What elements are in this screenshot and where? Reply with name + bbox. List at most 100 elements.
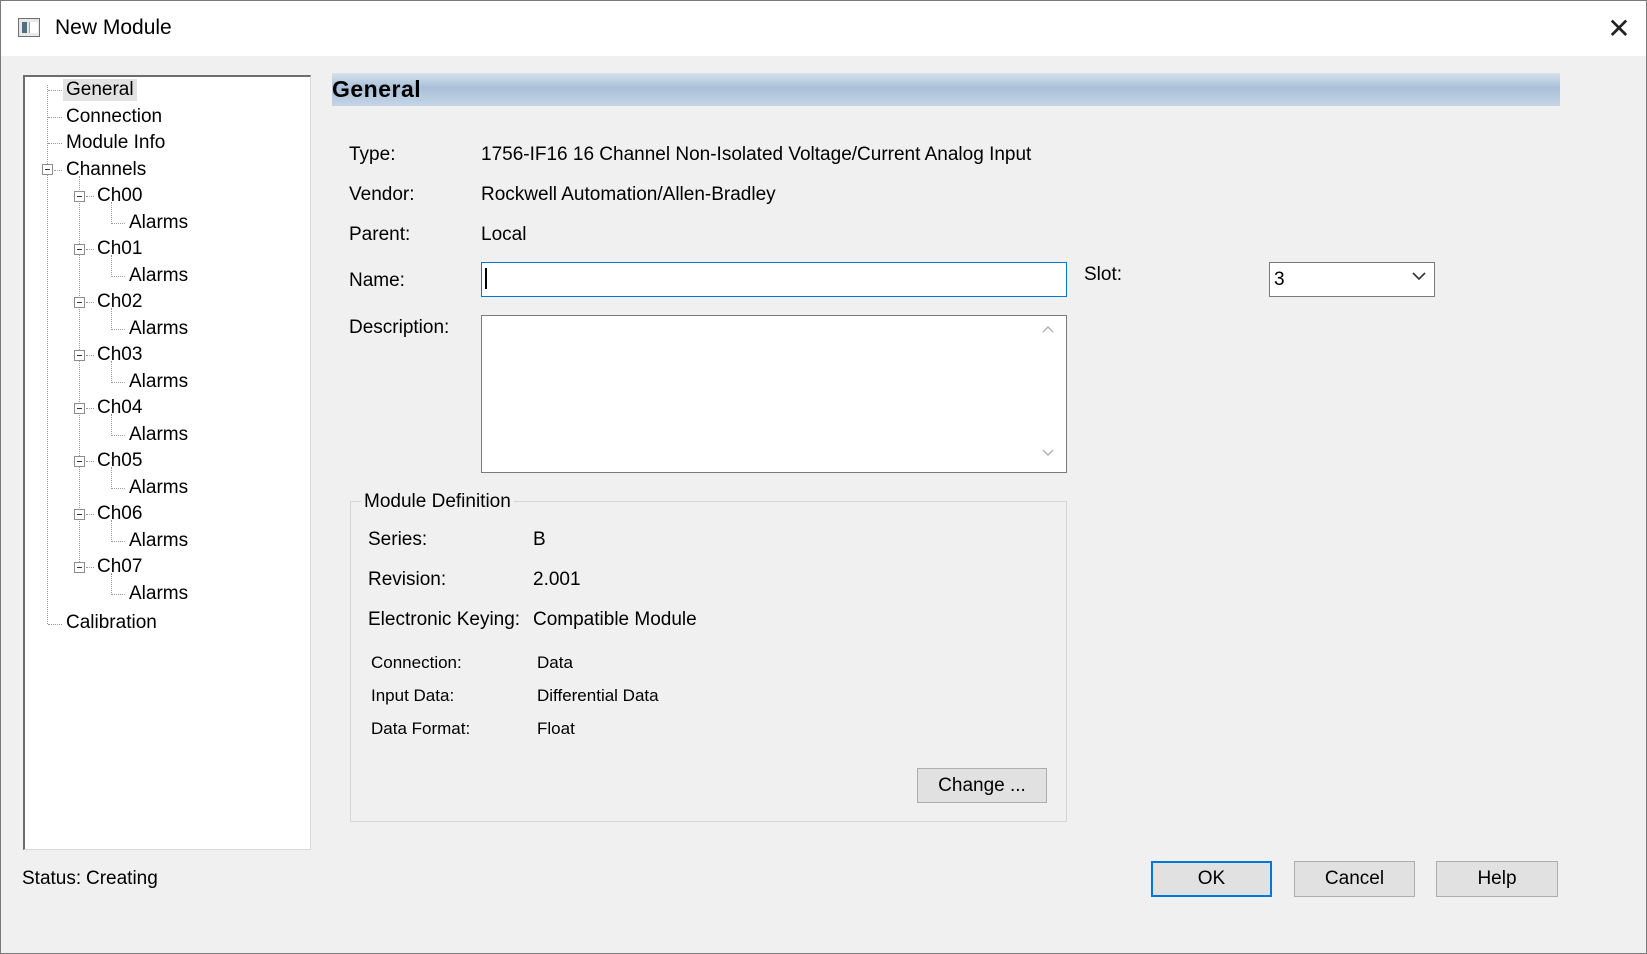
tree-line xyxy=(86,196,94,197)
help-button[interactable]: Help xyxy=(1436,861,1558,897)
type-label: Type: xyxy=(349,144,396,165)
tree-line xyxy=(111,223,125,224)
tree-line xyxy=(86,567,94,568)
window-title: New Module xyxy=(55,16,172,39)
tree-item-ch04-alarms[interactable]: Alarms xyxy=(129,424,188,446)
tree-line xyxy=(86,302,94,303)
tree-line xyxy=(54,170,62,171)
tree-item-ch02[interactable]: Ch02 xyxy=(97,291,142,313)
tree-item-module-info[interactable]: Module Info xyxy=(66,132,165,154)
collapse-icon[interactable] xyxy=(74,244,85,255)
tree-line xyxy=(111,255,112,275)
tree-item-ch03[interactable]: Ch03 xyxy=(97,344,142,366)
tree-item-ch04[interactable]: Ch04 xyxy=(97,397,142,419)
collapse-icon[interactable] xyxy=(74,350,85,361)
tree-line xyxy=(86,408,94,409)
tree-item-ch07[interactable]: Ch07 xyxy=(97,556,142,578)
connection-label: Connection: xyxy=(371,653,462,672)
revision-label: Revision: xyxy=(368,569,447,590)
collapse-icon[interactable] xyxy=(74,403,85,414)
connection-value: Data xyxy=(537,653,573,672)
parent-value: Local xyxy=(481,224,527,245)
close-button[interactable]: ✕ xyxy=(1592,1,1646,56)
new-module-dialog: New Module ✕ General Connection Module I… xyxy=(0,0,1647,954)
cancel-button[interactable]: Cancel xyxy=(1294,861,1415,897)
series-label: Series: xyxy=(368,529,428,550)
collapse-icon[interactable] xyxy=(42,164,53,175)
tree-item-ch07-alarms[interactable]: Alarms xyxy=(129,583,188,605)
type-value: 1756-IF16 16 Channel Non-Isolated Voltag… xyxy=(481,144,1032,165)
change-button[interactable]: Change ... xyxy=(917,768,1047,803)
tree-line xyxy=(48,143,62,144)
tree-item-ch05[interactable]: Ch05 xyxy=(97,450,142,472)
electronic-keying-label: Electronic Keying: xyxy=(368,609,521,630)
tree-line xyxy=(111,329,125,330)
category-tree[interactable]: General Connection Module Info Channels … xyxy=(23,75,311,850)
tree-line xyxy=(86,249,94,250)
tree-line xyxy=(111,594,125,595)
section-header-band xyxy=(332,73,1560,106)
parent-label: Parent: xyxy=(349,224,411,245)
revision-value: 2.001 xyxy=(533,569,581,590)
tree-item-ch06-alarms[interactable]: Alarms xyxy=(129,530,188,552)
slot-label: Slot: xyxy=(1084,264,1123,285)
tree-line xyxy=(48,624,62,625)
tree-item-ch00-alarms[interactable]: Alarms xyxy=(129,212,188,234)
tree-line xyxy=(111,308,112,328)
tree-line xyxy=(111,541,125,542)
ok-button[interactable]: OK xyxy=(1151,861,1272,897)
scroll-up-arrow-icon[interactable] xyxy=(1041,322,1055,337)
tree-item-general[interactable]: General xyxy=(63,79,137,101)
description-label: Description: xyxy=(349,317,450,338)
chevron-down-icon[interactable] xyxy=(1410,267,1428,290)
status-label: Status: xyxy=(22,868,82,889)
data-format-label: Data Format: xyxy=(371,719,471,738)
tree-line xyxy=(111,435,125,436)
tree-line xyxy=(111,573,112,593)
vendor-label: Vendor: xyxy=(349,184,415,205)
module-window-icon xyxy=(18,18,40,37)
tree-item-calibration[interactable]: Calibration xyxy=(66,612,157,634)
tree-item-connection[interactable]: Connection xyxy=(66,106,162,128)
slot-value: 3 xyxy=(1274,269,1285,290)
tree-line xyxy=(111,520,112,540)
tree-item-ch05-alarms[interactable]: Alarms xyxy=(129,477,188,499)
tree-item-ch01-alarms[interactable]: Alarms xyxy=(129,265,188,287)
close-icon: ✕ xyxy=(1607,13,1631,44)
collapse-icon[interactable] xyxy=(74,509,85,520)
series-value: B xyxy=(533,529,546,550)
module-definition-title: Module Definition xyxy=(361,491,514,513)
tree-line xyxy=(111,361,112,381)
tree-item-ch01[interactable]: Ch01 xyxy=(97,238,142,260)
section-title: General xyxy=(332,76,422,102)
name-label: Name: xyxy=(349,270,405,291)
status-value: Creating xyxy=(86,868,158,889)
tree-item-ch02-alarms[interactable]: Alarms xyxy=(129,318,188,340)
tree-line xyxy=(111,467,112,487)
tree-line xyxy=(86,514,94,515)
collapse-icon[interactable] xyxy=(74,297,85,308)
collapse-icon[interactable] xyxy=(74,562,85,573)
electronic-keying-value: Compatible Module xyxy=(533,609,697,630)
tree-item-ch00[interactable]: Ch00 xyxy=(97,185,142,207)
tree-item-ch06[interactable]: Ch06 xyxy=(97,503,142,525)
input-data-label: Input Data: xyxy=(371,686,455,705)
collapse-icon[interactable] xyxy=(74,191,85,202)
tree-line xyxy=(111,488,125,489)
tree-line xyxy=(111,414,112,434)
tree-line xyxy=(111,382,125,383)
name-input[interactable] xyxy=(481,262,1067,297)
tree-line xyxy=(86,461,94,462)
tree-line xyxy=(48,90,62,91)
tree-item-ch03-alarms[interactable]: Alarms xyxy=(129,371,188,393)
tree-line xyxy=(111,276,125,277)
tree-line xyxy=(111,202,112,222)
input-data-value: Differential Data xyxy=(537,686,659,705)
description-textarea[interactable] xyxy=(481,315,1067,473)
scroll-down-arrow-icon[interactable] xyxy=(1041,446,1055,461)
title-bar: New Module ✕ xyxy=(1,1,1646,56)
tree-line xyxy=(86,355,94,356)
tree-line xyxy=(79,176,80,564)
collapse-icon[interactable] xyxy=(74,456,85,467)
data-format-value: Float xyxy=(537,719,575,738)
